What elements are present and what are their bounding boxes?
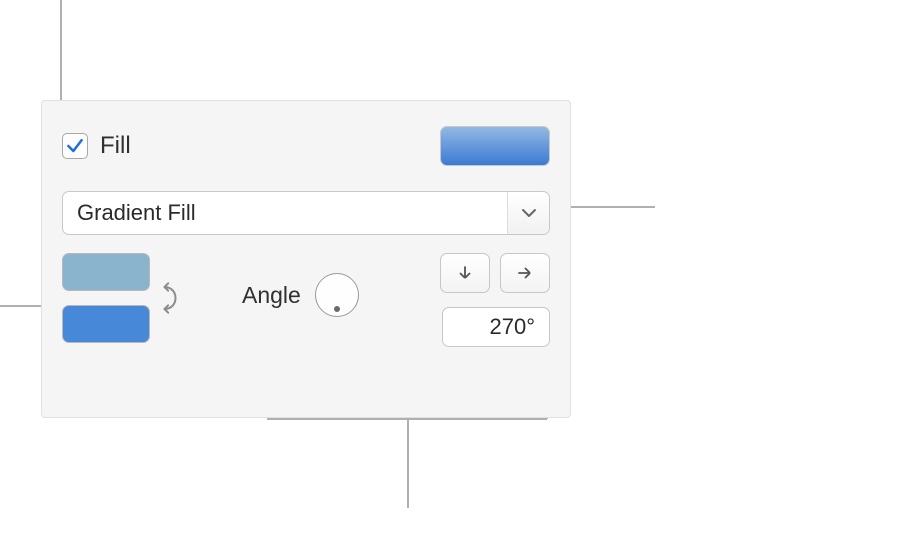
callout-line xyxy=(60,0,62,100)
gradient-controls-row: Angle 270° xyxy=(62,253,550,373)
callout-line xyxy=(407,418,409,508)
direction-down-button[interactable] xyxy=(440,253,490,293)
fill-header-row: Fill xyxy=(62,121,550,171)
fill-label: Fill xyxy=(100,132,131,160)
dropdown-toggle[interactable] xyxy=(507,192,549,234)
arrow-down-icon xyxy=(455,263,475,283)
angle-group: Angle xyxy=(242,273,359,317)
callout-line xyxy=(0,305,41,307)
angle-dial[interactable] xyxy=(315,273,359,317)
fill-type-dropdown[interactable]: Gradient Fill xyxy=(62,191,550,235)
check-icon xyxy=(65,136,85,156)
direction-right-button[interactable] xyxy=(500,253,550,293)
gradient-stop-1[interactable] xyxy=(62,253,150,291)
swap-arrows-icon xyxy=(159,281,181,315)
fill-type-value: Gradient Fill xyxy=(63,192,507,234)
chevron-down-icon xyxy=(521,208,537,218)
swap-stops-button[interactable] xyxy=(156,277,184,319)
direction-buttons xyxy=(440,253,550,293)
fill-panel: Fill Gradient Fill Angle xyxy=(41,100,571,418)
angle-input[interactable]: 270° xyxy=(442,307,550,347)
angle-value: 270° xyxy=(489,314,535,340)
fill-checkbox-group: Fill xyxy=(62,132,131,160)
gradient-stop-2[interactable] xyxy=(62,305,150,343)
fill-checkbox[interactable] xyxy=(62,133,88,159)
angle-label: Angle xyxy=(242,282,301,309)
gradient-stops xyxy=(62,253,150,343)
arrow-right-icon xyxy=(515,263,535,283)
fill-preview-swatch[interactable] xyxy=(440,126,550,166)
angle-dial-indicator xyxy=(334,306,340,312)
